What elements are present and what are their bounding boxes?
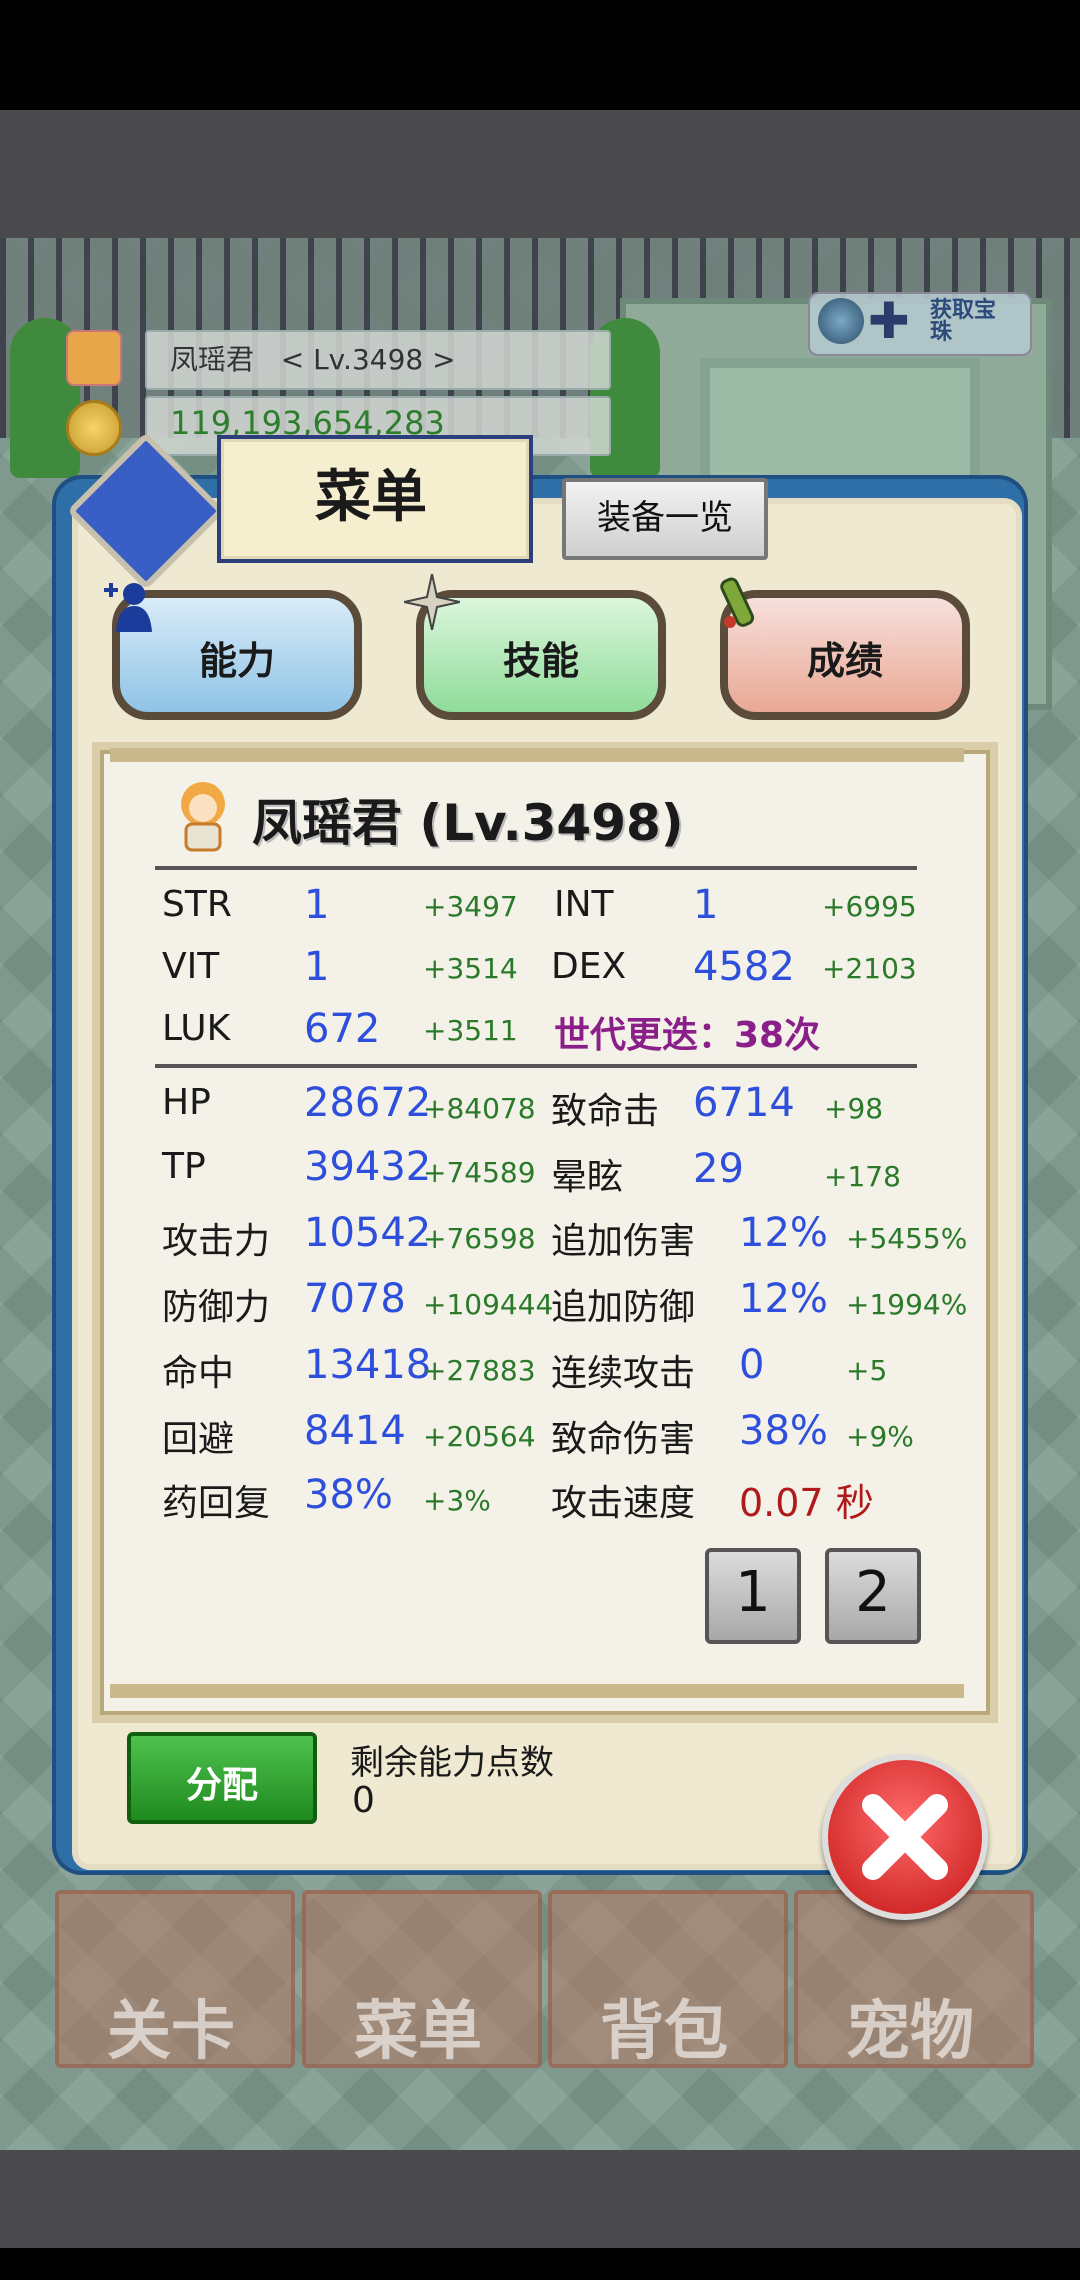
stat-label-dex: DEX [551,946,627,987]
scroll-icon [720,577,755,628]
stat-bonus-hp: +84078 [423,1092,536,1125]
stat-value-hp: 28672 [304,1080,432,1126]
get-gems-label: 获取宝珠 [930,298,997,345]
remaining-points-label: 剩余能力点数 [350,1743,554,1783]
stat-label-hit: 命中 [162,1353,235,1394]
stat-label-tp: TP [162,1146,206,1187]
page-2-label: 2 [855,1560,891,1625]
stat-bonus-evade: +20564 [423,1420,536,1453]
stat-label-str: STR [162,884,232,925]
stat-value-vit: 1 [304,944,330,990]
stat-label-defense: 防御力 [162,1287,271,1328]
close-button[interactable] [822,1754,988,1920]
panel-top-edge [110,748,964,762]
status-bar [0,0,1080,110]
stat-value-stun: 29 [693,1146,744,1192]
stat-label-extra-defense: 追加防御 [551,1287,696,1328]
stat-bonus-hit: +27883 [423,1354,536,1387]
tab-skill-label: 技能 [502,639,579,683]
nav-stage-label: 关卡 [107,1995,235,2069]
generation-count: 世代更迭：38次 [554,1015,821,1056]
stat-value-evade: 8414 [304,1408,406,1454]
stat-label-attack-speed: 攻击速度 [551,1483,696,1524]
sparkle-icon [404,574,460,630]
divider [155,866,917,870]
stat-value-int: 1 [693,882,719,928]
page-1-label: 1 [735,1560,771,1625]
hero-avatar-small[interactable] [66,330,122,386]
coin-icon [66,400,122,456]
stat-label-vit: VIT [162,946,220,987]
stat-value-crit-damage: 38% [739,1408,828,1454]
stat-bonus-int: +6995 [822,890,917,923]
plus-icon: ✚ [868,292,910,350]
stat-value-str: 1 [304,882,330,928]
gem-icon [818,298,864,344]
stat-label-luk: LUK [162,1008,231,1049]
stat-bonus-extra-damage: +5455% [846,1222,968,1255]
stat-value-dex: 4582 [693,944,795,990]
stat-label-int: INT [554,884,614,925]
stat-bonus-dex: +2103 [822,952,917,985]
stat-value-attack: 10542 [304,1210,432,1256]
nav-pet-label: 宠物 [846,1995,974,2069]
tab-ability-label: 能力 [198,639,275,683]
panel-bottom-edge [110,1684,964,1698]
stat-label-combo: 连续攻击 [551,1353,696,1394]
stat-label-extra-damage: 追加伤害 [551,1221,696,1262]
stat-bonus-tp: +74589 [423,1156,536,1189]
menu-title: 菜单 [315,465,427,530]
stat-value-crit: 6714 [693,1080,795,1126]
stat-bonus-potion: +3% [423,1484,491,1517]
stat-bonus-defense: +109444 [423,1288,554,1321]
stat-label-evade: 回避 [162,1419,235,1460]
hero-name-level: 凤瑶君 < Lv.3498 > [170,343,456,376]
stat-value-luk: 672 [304,1006,381,1052]
stat-value-extra-defense: 12% [739,1276,828,1322]
stat-value-extra-damage: 12% [739,1210,828,1256]
tab-record-label: 成绩 [806,639,883,683]
nav-menu-label: 菜单 [354,1995,482,2069]
stat-bonus-luk: +3511 [423,1014,518,1047]
stat-label-attack: 攻击力 [162,1221,271,1262]
stat-label-potion: 药回复 [162,1483,271,1524]
person-plus-icon [104,583,152,632]
stat-label-crit: 致命击 [551,1091,660,1132]
stat-bonus-str: +3497 [423,890,518,923]
stat-bonus-combo: +5 [846,1354,888,1387]
stat-label-stun: 晕眩 [551,1157,624,1198]
stat-bonus-crit: +98 [824,1092,884,1125]
stat-value-tp: 39432 [304,1144,432,1190]
stat-value-combo: 0 [739,1342,765,1388]
stat-bonus-crit-damage: +9% [846,1420,914,1453]
top-letterbox [0,110,1080,238]
hero-avatar [181,782,225,852]
stat-bonus-stun: +178 [824,1160,901,1193]
equip-list-label: 装备一览 [597,498,733,538]
hero-title: 凤瑶君 (Lv.3498) [252,794,684,852]
stat-value-hit: 13418 [304,1342,432,1388]
remaining-points-value: 0 [352,1780,375,1821]
stat-bonus-vit: +3514 [423,952,518,985]
divider [155,1064,917,1068]
navigation-bar [0,2248,1080,2280]
stat-bonus-attack: +76598 [423,1222,536,1255]
stat-label-crit-damage: 致命伤害 [551,1419,696,1460]
stat-value-defense: 7078 [304,1276,406,1322]
stat-value-attack-speed: 0.07 秒 [739,1481,874,1525]
allocate-label: 分配 [185,1765,258,1806]
stat-bonus-extra-defense: +1994% [846,1288,968,1321]
bottom-letterbox [0,2150,1080,2248]
close-icon [862,1794,948,1880]
nav-bag-label: 背包 [600,1995,728,2069]
stat-label-hp: HP [162,1082,211,1123]
stat-value-potion: 38% [304,1472,393,1518]
